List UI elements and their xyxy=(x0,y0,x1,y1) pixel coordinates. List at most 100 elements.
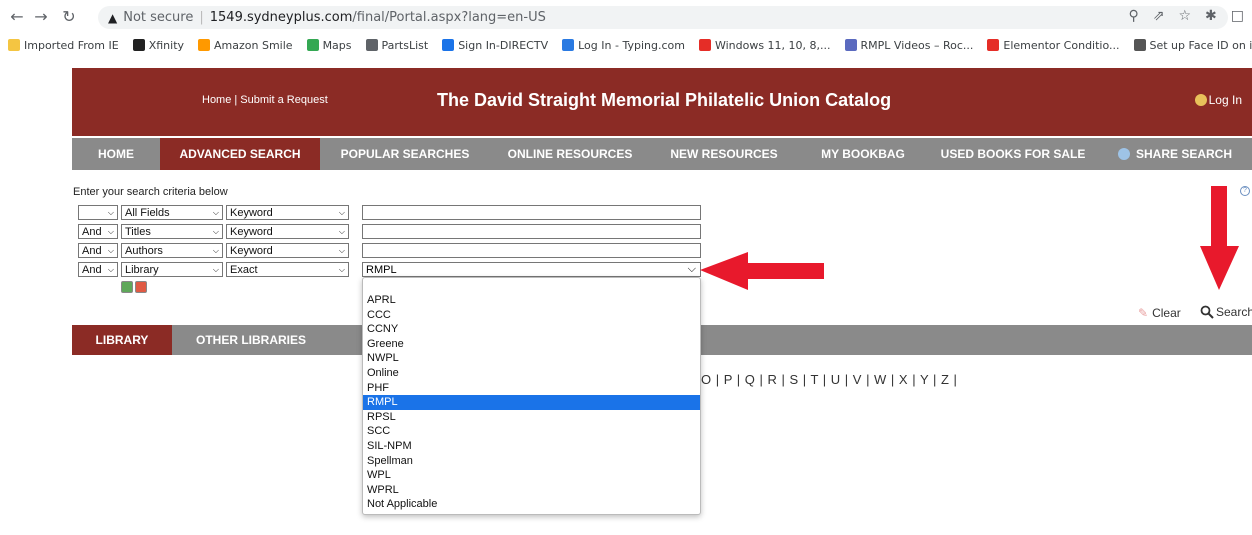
bookmark-item[interactable]: Elementor Conditio... xyxy=(987,39,1120,52)
star-icon[interactable]: ☆ xyxy=(1178,8,1191,24)
bookmark-label: PartsList xyxy=(381,38,429,52)
dropdown-option[interactable]: PHF xyxy=(363,381,700,396)
search-row: And ⌵ Library ⌵ Exact ⌵ xyxy=(78,262,349,277)
dropdown-option[interactable]: APRL xyxy=(363,293,700,308)
library-dropdown-list[interactable]: APRL CCC CCNY Greene NWPL Online PHF RMPL RPSL SC… xyxy=(362,277,701,515)
nav-item-used-books-for-sale[interactable]: USED BOOKS FOR SALE xyxy=(928,138,1098,170)
search-row: And ⌵ Authors ⌵ Keyword ⌵ xyxy=(78,243,349,258)
field-select[interactable]: Titles ⌵ xyxy=(121,224,223,239)
warning-icon[interactable]: ▲ xyxy=(108,11,117,25)
dropdown-option[interactable]: Greene xyxy=(363,337,700,352)
header-links[interactable]: Home | Submit a Request xyxy=(202,94,328,106)
nav-item-share-search[interactable]: SHARE SEARCH xyxy=(1098,138,1252,170)
search-term-input[interactable] xyxy=(362,243,701,258)
address-bar[interactable]: ▲ Not secure | 1549.sydneyplus.com /fina… xyxy=(98,6,1228,29)
dropdown-option[interactable]: SIL-NPM xyxy=(363,439,700,454)
library-value-select[interactable]: RMPL ⌵ xyxy=(362,262,701,277)
bookmark-item[interactable]: Sign In-DIRECTV xyxy=(442,39,548,52)
chevron-down-icon: ⌵ xyxy=(338,226,345,236)
dropdown-option[interactable]: RMPL xyxy=(363,395,700,410)
nav-item-home[interactable]: HOME xyxy=(72,138,160,170)
chevron-down-icon: ⌵ xyxy=(212,226,219,236)
nav-item-popular-searches[interactable]: POPULAR SEARCHES xyxy=(320,138,490,170)
zoom-icon[interactable]: ⚲ xyxy=(1128,8,1138,24)
clear-button[interactable]: ✎ Clear xyxy=(1138,306,1181,320)
help-icon[interactable]: ? xyxy=(1240,186,1250,196)
bookmark-item[interactable]: Maps xyxy=(306,39,352,52)
sidepanel-icon[interactable]: □ xyxy=(1231,8,1244,24)
dropdown-option[interactable]: WPL xyxy=(363,468,700,483)
match-mode-select[interactable]: Exact ⌵ xyxy=(226,262,349,277)
search-term-input[interactable] xyxy=(362,205,701,220)
field-select-value: Titles xyxy=(125,225,151,238)
url-warning: Not secure xyxy=(123,10,194,25)
chevron-down-icon: ⌵ xyxy=(338,264,345,274)
dropdown-option[interactable]: NWPL xyxy=(363,351,700,366)
clear-label: Clear xyxy=(1152,306,1181,320)
bookmark-item[interactable]: RMPL Videos – Roc... xyxy=(844,39,973,52)
login-label: Log In xyxy=(1208,93,1242,107)
match-mode-select[interactable]: Keyword ⌵ xyxy=(226,224,349,239)
dropdown-option[interactable]: Spellman xyxy=(363,454,700,469)
extensions-icon[interactable]: ✱ xyxy=(1205,8,1217,24)
bookmark-label: Windows 11, 10, 8,... xyxy=(714,38,831,52)
bookmark-item[interactable]: Imported From IE xyxy=(8,39,119,52)
remove-row-icon[interactable] xyxy=(135,281,147,293)
browser-actions: ⚲ ⇗ ☆ ✱ □ xyxy=(1128,8,1244,24)
tab-other-libraries[interactable]: OTHER LIBRARIES xyxy=(172,325,330,355)
nav-item-label: NEW RESOURCES xyxy=(670,147,778,161)
operator-select[interactable]: And ⌵ xyxy=(78,243,118,258)
bookmark-icon xyxy=(365,39,378,51)
field-select[interactable]: All Fields ⌵ xyxy=(121,205,223,220)
nav-item-advanced-search[interactable]: ADVANCED SEARCH xyxy=(160,138,320,170)
chevron-down-icon: ⌵ xyxy=(107,207,114,217)
operator-select[interactable]: And ⌵ xyxy=(78,224,118,239)
red-arrow-left-icon xyxy=(700,252,824,290)
chevron-down-icon: ⌵ xyxy=(107,264,114,274)
field-select[interactable]: Authors ⌵ xyxy=(121,243,223,258)
dropdown-option[interactable]: CCC xyxy=(363,308,700,323)
search-button[interactable]: Search xyxy=(1200,305,1252,319)
bookmark-icon xyxy=(306,39,319,51)
match-mode-select[interactable]: Keyword ⌵ xyxy=(226,243,349,258)
match-mode-select-value: Keyword xyxy=(230,244,273,257)
bookmark-item[interactable]: Set up Face ID on i... xyxy=(1133,39,1252,52)
add-row-icon[interactable] xyxy=(121,281,133,293)
bookmark-item[interactable]: Log In - Typing.com xyxy=(562,39,685,52)
dropdown-option[interactable]: CCNY xyxy=(363,322,700,337)
nav-item-online-resources[interactable]: ONLINE RESOURCES xyxy=(490,138,650,170)
bookmark-item[interactable]: Xfinity xyxy=(132,39,184,52)
alphabet-index[interactable]: O | P | Q | R | S | T | U | V | W | X | … xyxy=(701,372,957,387)
search-row: And ⌵ Titles ⌵ Keyword ⌵ xyxy=(78,224,349,239)
forward-icon[interactable]: → xyxy=(30,7,52,26)
tab-library[interactable]: LIBRARY xyxy=(72,325,172,355)
red-arrow-down-icon xyxy=(1200,186,1239,290)
operator-select[interactable]: And ⌵ xyxy=(78,262,118,277)
operator-select[interactable]: ⌵ xyxy=(78,205,118,220)
dropdown-option[interactable]: SCC xyxy=(363,424,700,439)
page-title: The David Straight Memorial Philatelic U… xyxy=(437,90,892,110)
back-icon[interactable]: ← xyxy=(6,7,28,26)
dropdown-option[interactable]: Not Applicable xyxy=(363,497,700,512)
field-select[interactable]: Library ⌵ xyxy=(121,262,223,277)
nav-item-label: ONLINE RESOURCES xyxy=(507,147,633,161)
match-mode-select[interactable]: Keyword ⌵ xyxy=(226,205,349,220)
share-icon[interactable]: ⇗ xyxy=(1153,8,1165,24)
dropdown-option[interactable]: WPRL xyxy=(363,483,700,498)
bookmark-label: Sign In-DIRECTV xyxy=(458,38,549,52)
login-link[interactable]: Log In xyxy=(1194,93,1242,107)
bookmark-item[interactable]: Windows 11, 10, 8,... xyxy=(698,38,831,52)
search-row: ⌵ All Fields ⌵ Keyword ⌵ xyxy=(78,205,349,220)
search-icon xyxy=(1200,305,1214,319)
bookmark-item[interactable]: Amazon Smile xyxy=(198,39,293,52)
bookmark-item[interactable]: PartsList xyxy=(365,38,429,52)
bookmark-icon xyxy=(8,39,20,51)
dropdown-option[interactable]: Online xyxy=(363,366,700,381)
nav-item-new-resources[interactable]: NEW RESOURCES xyxy=(650,138,798,170)
bookmark-icon xyxy=(198,39,211,51)
dropdown-option[interactable]: RPSL xyxy=(363,410,700,425)
reload-icon[interactable]: ↻ xyxy=(58,7,80,26)
search-term-input[interactable] xyxy=(362,224,701,239)
url-host: 1549.sydneyplus.com xyxy=(209,10,353,25)
nav-item-my-bookbag[interactable]: MY BOOKBAG xyxy=(798,138,928,170)
